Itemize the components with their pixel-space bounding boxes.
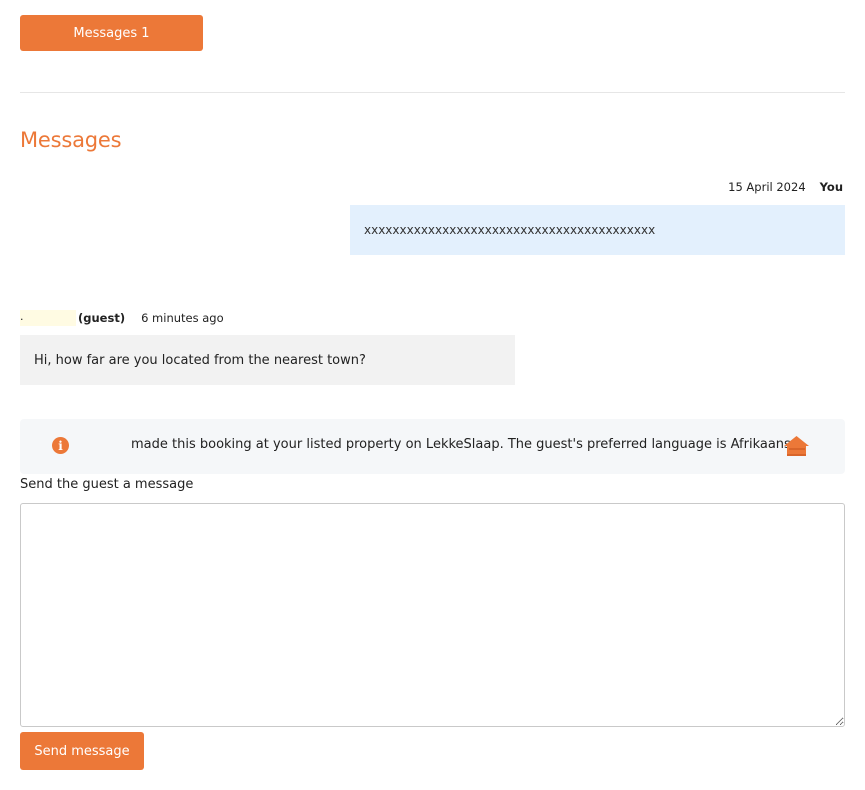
info-icon: i xyxy=(52,437,69,454)
home-icon xyxy=(784,436,809,456)
message-text: xxxxxxxxxxxxxxxxxxxxxxxxxxxxxxxxxxxxxxxx… xyxy=(364,223,656,237)
incoming-message-meta: . (guest) 6 minutes ago xyxy=(20,310,224,326)
outgoing-message-meta: 15 April 2024 You xyxy=(728,180,843,194)
page-title: Messages xyxy=(20,128,122,152)
info-text: made this booking at your listed propert… xyxy=(131,437,795,452)
guest-role: (guest) xyxy=(78,311,126,325)
divider xyxy=(20,92,845,93)
outgoing-message-bubble: xxxxxxxxxxxxxxxxxxxxxxxxxxxxxxxxxxxxxxxx… xyxy=(350,205,845,255)
message-field-label: Send the guest a message xyxy=(20,477,194,492)
messages-tab-button[interactable]: Messages 1 xyxy=(20,15,203,51)
message-sender: You xyxy=(819,180,843,194)
send-message-button[interactable]: Send message xyxy=(20,732,144,770)
message-textarea[interactable] xyxy=(20,503,845,727)
booking-info-banner: i made this booking at your listed prope… xyxy=(20,419,845,474)
message-time: 6 minutes ago xyxy=(141,311,224,325)
incoming-message-bubble: Hi, how far are you located from the nea… xyxy=(20,335,515,385)
guest-name: . xyxy=(20,310,76,326)
message-text: Hi, how far are you located from the nea… xyxy=(34,352,366,368)
message-date: 15 April 2024 xyxy=(728,180,806,194)
